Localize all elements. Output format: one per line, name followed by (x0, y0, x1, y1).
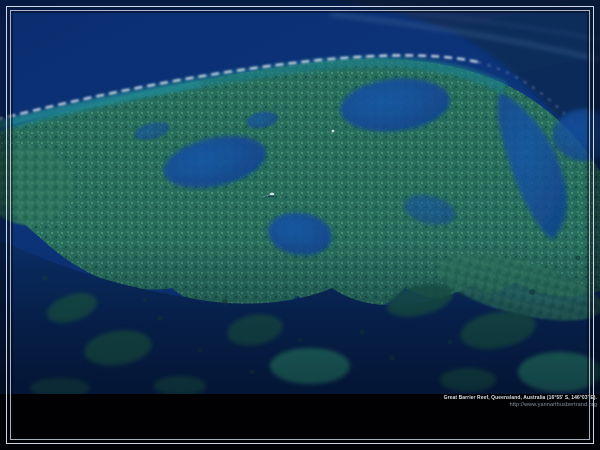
desktop-wallpaper: Great Barrier Reef, Queensland, Australi… (0, 0, 600, 450)
caption-url: http://www.yannarthusbertrand.org (444, 402, 597, 408)
reef-aerial-photo (0, 0, 600, 394)
blue-cast (0, 0, 600, 394)
caption-location: Great Barrier Reef, Queensland, Australi… (444, 395, 597, 401)
caption: Great Barrier Reef, Queensland, Australi… (444, 395, 597, 408)
